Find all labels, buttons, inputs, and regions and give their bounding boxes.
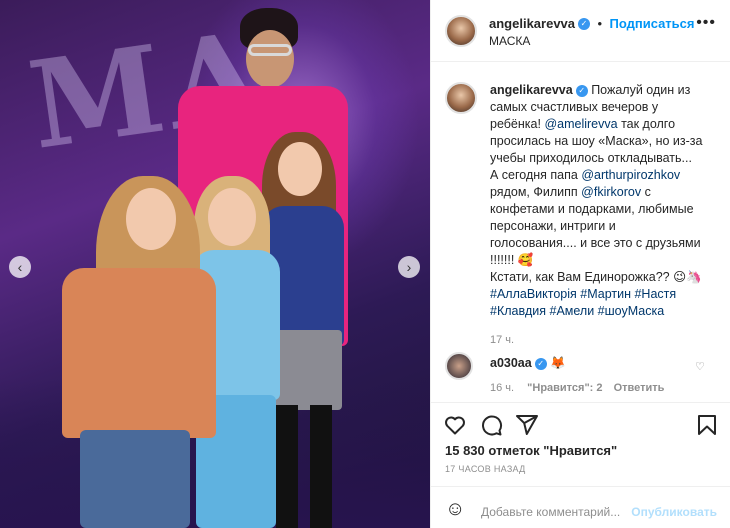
comment-time[interactable]: 16 ч. [490,382,514,394]
author-avatar[interactable] [445,15,477,47]
add-comment-bar: ☺ Добавьте комментарий... Опубликовать [431,486,730,528]
location-link[interactable]: МАСКА [489,34,530,48]
caption-text: голосования.... и все это с друзьями [490,236,701,250]
comment-likes[interactable]: "Нравится": 2 [527,382,602,394]
caption-text: так долго [621,117,676,131]
comment-meta: 16 ч. "Нравится": 2 Ответить [490,382,664,394]
caption-text: рядом, Филипп [490,185,578,199]
mention-link[interactable]: @arthurpirozhkov [581,168,680,182]
caption-text: А сегодня папа [490,168,578,182]
post-header: angelikarevva ✓ • Подписаться МАСКА ••• [431,0,730,62]
heart-icon[interactable] [443,413,467,437]
separator-dot: • [597,16,603,31]
emoji-icon[interactable]: ☺ [445,498,465,521]
author-username[interactable]: angelikarevva [489,16,575,31]
post-timestamp[interactable]: 17 ЧАСОВ НАЗАД [445,464,526,474]
reply-button[interactable]: Ответить [614,382,665,394]
comment-text: 🦊 [550,356,566,370]
caption-timestamp[interactable]: 17 ч. [490,332,720,349]
likes-count[interactable]: 15 830 отметок "Нравится" [445,443,617,458]
verified-icon: ✓ [575,84,588,97]
caption-text: просилась на шоу «Маска», но из-за [490,134,703,148]
mention-link[interactable]: @amelirevva [544,117,617,131]
follow-button[interactable]: Подписаться [609,16,694,31]
commenter-avatar[interactable] [445,352,473,380]
caption-text: Пожалуй один из [591,83,691,97]
comment-input[interactable]: Добавьте комментарий... [481,505,620,519]
comment-item: a030aa ✓ 🦊 [490,356,566,371]
caption-text: конфетами и подарками, любимые [490,202,694,216]
caption-text: учебы приходилось откладывать... [490,151,692,165]
caption-text: !!!!!!! 🥰 [490,253,534,267]
mention-link[interactable]: @fkirkorov [581,185,641,199]
post-caption: angelikarevva ✓ Пожалуй один из самых сча… [490,82,720,349]
caption-text: персонажи, интриги и [490,219,616,233]
caption-username[interactable]: angelikarevva [490,83,573,97]
comment-like-icon[interactable]: ♡ [695,360,705,373]
post-photo[interactable]: MA ‹ › [0,0,430,528]
next-photo-button[interactable]: › [398,256,420,278]
more-options-icon[interactable]: ••• [696,14,716,32]
bookmark-icon[interactable] [695,413,719,437]
verified-icon: ✓ [578,17,591,30]
commenter-username[interactable]: a030aa [490,356,532,370]
post-details-panel: angelikarevva ✓ • Подписаться МАСКА ••• a… [430,0,730,528]
publish-button[interactable]: Опубликовать [631,505,717,519]
caption-text: Кстати, как Вам Единорожка?? 😉🦄 [490,270,702,284]
comments-section: angelikarevva ✓ Пожалуй один из самых сча… [431,62,730,402]
caption-avatar[interactable] [445,82,477,114]
hashtags[interactable]: #Клавдия #Амели #шоуМаска [490,304,664,318]
hashtags[interactable]: #АллаВикторія #Мартин #Настя [490,287,676,301]
caption-text: самых счастливых вечеров у [490,100,659,114]
caption-text: с [644,185,651,199]
author-line: angelikarevva ✓ • Подписаться [489,15,695,33]
verified-icon: ✓ [534,357,547,370]
comment-icon[interactable] [479,413,503,437]
caption-text: ребёнка! [490,117,541,131]
share-icon[interactable] [515,413,539,437]
prev-photo-button[interactable]: ‹ [9,256,31,278]
